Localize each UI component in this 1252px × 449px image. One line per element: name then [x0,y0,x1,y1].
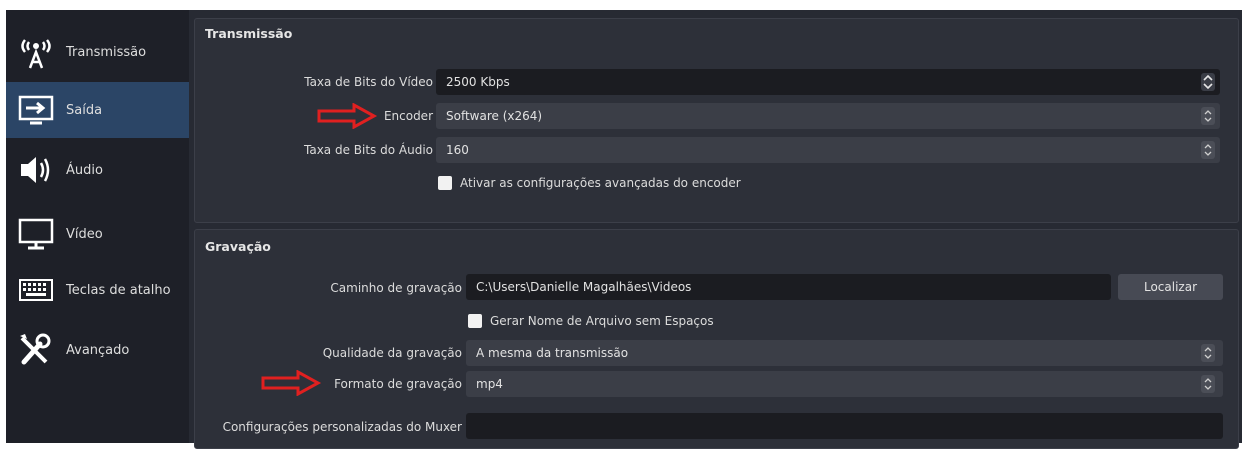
encoder-value: Software (x264) [446,109,543,123]
monitor-icon [12,210,60,258]
sidebar-item-label: Áudio [66,162,103,178]
recording-path-value: C:\Users\Danielle Magalhães\Videos [476,280,692,294]
sidebar-item-audio[interactable]: Áudio [6,142,189,198]
sidebar-item-label: Teclas de atalho [66,282,171,298]
recording-quality-value: A mesma da transmissão [476,346,629,360]
recording-quality-dropdown-icon[interactable] [1201,344,1215,362]
sidebar-item-label: Vídeo [66,226,103,242]
sidebar-item-label: Avançado [66,342,130,358]
settings-content: Transmissão Taxa de Bits do Vídeo 2500 K… [189,10,1242,449]
audio-bitrate-select[interactable]: 160 [436,137,1220,163]
audio-bitrate-value: 160 [446,143,469,157]
video-bitrate-spinner[interactable] [1201,73,1215,91]
recording-format-label: Formato de gravação [334,377,462,391]
checkbox-box[interactable] [468,314,482,328]
advanced-encoder-checkbox[interactable]: Ativar as configurações avançadas do enc… [438,176,741,190]
sidebar-item-label: Transmissão [66,44,147,60]
recording-format-dropdown-icon[interactable] [1201,375,1215,393]
recording-group: Gravação Caminho de gravação C:\Users\Da… [194,229,1239,449]
annotation-arrow-icon [261,370,322,396]
sidebar-item-teclas-de-atalho[interactable]: Teclas de atalho [6,262,189,318]
recording-group-title: Gravação [205,239,271,254]
streaming-group: Transmissão Taxa de Bits do Vídeo 2500 K… [194,18,1239,223]
audio-bitrate-dropdown-icon[interactable] [1201,141,1215,159]
encoder-select[interactable]: Software (x264) [436,103,1220,129]
output-icon [12,86,60,134]
advanced-encoder-checkbox-label: Ativar as configurações avançadas do enc… [460,176,741,190]
no-space-filename-checkbox[interactable]: Gerar Nome de Arquivo sem Espaços [468,314,714,328]
broadcast-icon [12,28,60,76]
settings-window: Transmissão Saída Áudio Vídeo Teclas de … [6,10,1242,449]
sidebar-item-video[interactable]: Vídeo [6,206,189,262]
recording-format-value: mp4 [476,377,503,391]
streaming-group-title: Transmissão [205,26,293,41]
recording-path-label: Caminho de gravação [330,281,462,295]
encoder-label: Encoder [383,109,433,123]
no-space-filename-label: Gerar Nome de Arquivo sem Espaços [490,314,714,328]
annotation-arrow-icon [317,103,378,129]
video-bitrate-value: 2500 Kbps [446,75,510,89]
recording-quality-label: Qualidade da gravação [322,346,462,360]
speaker-icon [12,146,60,194]
encoder-dropdown-icon[interactable] [1201,107,1215,125]
sidebar-item-label: Saída [66,102,103,118]
settings-sidebar: Transmissão Saída Áudio Vídeo Teclas de … [6,10,189,443]
sidebar-item-saida[interactable]: Saída [6,82,189,138]
audio-bitrate-label: Taxa de Bits do Áudio [304,143,433,157]
sidebar-item-transmissao[interactable]: Transmissão [6,24,189,80]
recording-quality-select[interactable]: A mesma da transmissão [466,340,1223,366]
keyboard-icon [12,266,60,314]
muxer-settings-label: Configurações personalizadas do Muxer [222,420,462,434]
tools-icon [12,326,60,374]
checkbox-box[interactable] [438,176,452,190]
muxer-settings-input[interactable] [466,413,1223,439]
browse-button[interactable]: Localizar [1118,274,1223,300]
video-bitrate-label: Taxa de Bits do Vídeo [304,75,433,89]
video-bitrate-input[interactable]: 2500 Kbps [436,69,1220,95]
sidebar-item-avancado[interactable]: Avançado [6,322,189,378]
recording-path-input[interactable]: C:\Users\Danielle Magalhães\Videos [466,274,1111,300]
recording-format-select[interactable]: mp4 [466,371,1223,397]
